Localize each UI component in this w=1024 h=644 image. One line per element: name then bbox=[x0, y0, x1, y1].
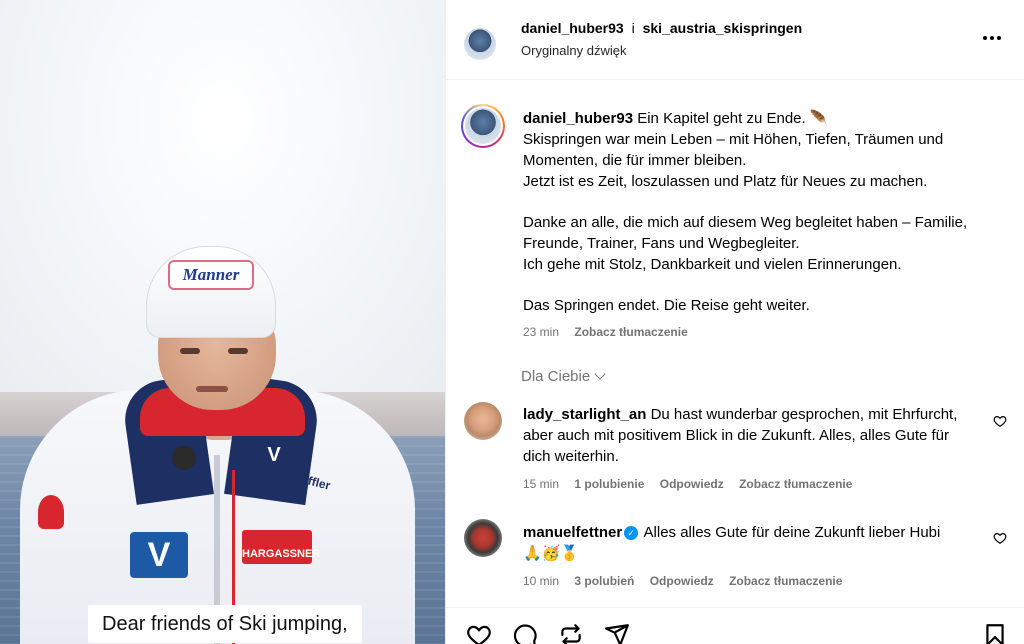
austria-team-logo bbox=[38, 495, 64, 529]
left-eye bbox=[180, 348, 200, 354]
comment-avatar[interactable] bbox=[464, 519, 502, 557]
comment-username[interactable]: manuelfettner bbox=[523, 524, 622, 541]
hargassner-logo: HARGASSNER bbox=[242, 530, 320, 564]
comment-likes[interactable]: 3 polubień bbox=[574, 574, 634, 588]
reel-video[interactable]: Manner V V HARGASSNER Löffler Dear frien… bbox=[0, 0, 445, 644]
comment-avatar[interactable] bbox=[464, 402, 502, 440]
comment-sort-label: Dla Ciebie bbox=[521, 368, 591, 385]
comment-meta: 15 min 1 polubienie Odpowiedz Zobacz tłu… bbox=[523, 477, 864, 491]
caption-line-2: Skispringen war mein Leben – mit Höhen, … bbox=[523, 131, 944, 169]
caption-line-5: Ich gehe mit Stolz, Dankbarkeit und viel… bbox=[523, 256, 902, 273]
caption-author-avatar[interactable] bbox=[461, 104, 505, 148]
post-action-bar bbox=[446, 607, 1024, 644]
caption-username[interactable]: daniel_huber93 bbox=[523, 110, 633, 127]
lapel-microphone bbox=[172, 446, 196, 470]
video-subtitle: Dear friends of Ski jumping, bbox=[88, 605, 362, 643]
comment-icon[interactable] bbox=[512, 622, 538, 644]
comment-translate-link[interactable]: Zobacz tłumaczenie bbox=[739, 477, 852, 491]
more-horizontal-icon bbox=[983, 36, 1001, 40]
comment-meta: 10 min 3 polubień Odpowiedz Zobacz tłuma… bbox=[523, 574, 854, 588]
post-caption: daniel_huber93 Ein Kapitel geht zu Ende.… bbox=[523, 108, 1008, 316]
post-header: daniel_huber93 i ski_austria_skispringen… bbox=[446, 0, 1024, 80]
beanie-sponsor-logo: Manner bbox=[168, 260, 254, 290]
author-avatar[interactable] bbox=[464, 28, 496, 60]
heart-icon[interactable] bbox=[466, 622, 492, 644]
caption-line-1: Ein Kapitel geht zu Ende. 🪶 bbox=[637, 110, 829, 127]
comment-time[interactable]: 10 min bbox=[523, 574, 559, 588]
comment-body: manuelfettner ✓ Alles alles Gute für dein… bbox=[523, 522, 963, 564]
caption-meta: 23 min Zobacz tłumaczenie bbox=[523, 325, 700, 339]
send-icon[interactable] bbox=[604, 622, 630, 644]
caption-time[interactable]: 23 min bbox=[523, 325, 559, 339]
sleeve-sponsor-logo: V bbox=[130, 532, 188, 578]
caption-line-4: Danke an alle, die mich auf diesem Weg b… bbox=[523, 214, 968, 252]
comment-like-heart-icon[interactable] bbox=[993, 531, 1007, 545]
chest-sponsor-logo: V bbox=[252, 440, 296, 470]
right-eye bbox=[228, 348, 248, 354]
caption-line-3: Jetzt ist es Zeit, loszulassen und Platz… bbox=[523, 173, 928, 190]
comment-translate-link[interactable]: Zobacz tłumaczenie bbox=[729, 574, 842, 588]
comment-likes[interactable]: 1 polubienie bbox=[574, 477, 644, 491]
comment-reply-button[interactable]: Odpowiedz bbox=[660, 477, 724, 491]
share-icon[interactable] bbox=[558, 622, 584, 644]
comment-username[interactable]: lady_starlight_an bbox=[523, 406, 646, 423]
comment-time[interactable]: 15 min bbox=[523, 477, 559, 491]
more-options-button[interactable] bbox=[980, 26, 1004, 50]
audio-link[interactable]: Oryginalny dźwięk bbox=[521, 43, 627, 58]
comment-reply-button[interactable]: Odpowiedz bbox=[650, 574, 714, 588]
comment-body: lady_starlight_an Du hast wunderbar gesp… bbox=[523, 404, 963, 467]
collab-username[interactable]: ski_austria_skispringen bbox=[643, 20, 803, 36]
caption-line-6: Das Springen endet. Die Reise geht weite… bbox=[523, 297, 810, 314]
comment-like-heart-icon[interactable] bbox=[993, 414, 1007, 428]
mouth bbox=[196, 386, 228, 392]
collab-separator: i bbox=[631, 20, 635, 36]
post-panel: daniel_huber93 i ski_austria_skispringen… bbox=[445, 0, 1024, 644]
verified-badge-icon: ✓ bbox=[624, 526, 639, 540]
author-username[interactable]: daniel_huber93 bbox=[521, 20, 624, 36]
caption-translate-link[interactable]: Zobacz tłumaczenie bbox=[574, 325, 687, 339]
chevron-down-icon bbox=[594, 368, 606, 380]
bookmark-icon[interactable] bbox=[982, 622, 1008, 644]
post-authors: daniel_huber93 i ski_austria_skispringen bbox=[521, 20, 802, 36]
comment-sort-dropdown[interactable]: Dla Ciebie bbox=[521, 368, 606, 385]
